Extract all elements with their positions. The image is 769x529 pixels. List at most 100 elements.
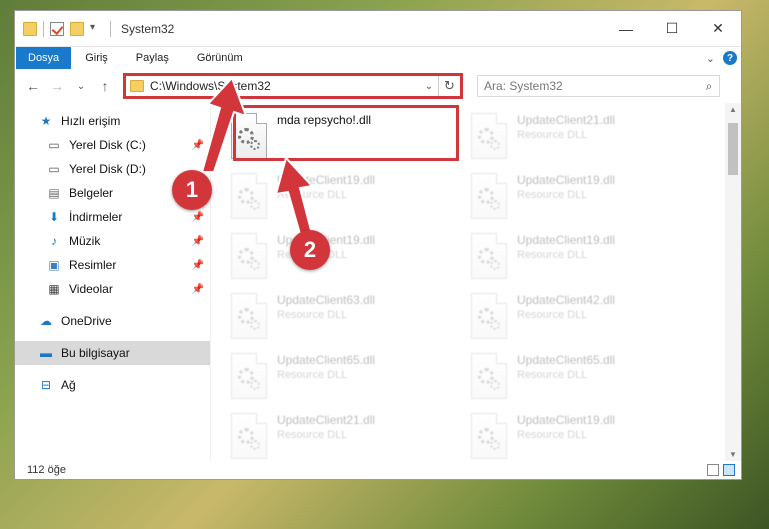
network-icon: ⊟ (40, 378, 52, 392)
file-item[interactable]: UpdateClient42.dll Resource DLL (471, 289, 711, 349)
pin-icon[interactable]: 📌 (192, 236, 204, 247)
minimize-button[interactable]: — (603, 11, 649, 47)
address-dropdown-icon[interactable]: ⌄ (420, 81, 438, 92)
address-path[interactable]: C:\Windows\System32 (150, 79, 420, 93)
refresh-button[interactable]: ↻ (438, 76, 460, 96)
window-controls: — ☐ ✕ (603, 11, 741, 47)
sidebar-item-quick-access[interactable]: ★ Hızlı erişim (15, 109, 210, 133)
file-type: Resource DLL (277, 309, 348, 321)
close-button[interactable]: ✕ (695, 11, 741, 47)
sidebar-item-label: Yerel Disk (D:) (69, 162, 146, 176)
star-icon: ★ (40, 114, 52, 128)
pictures-icon: ▣ (48, 258, 60, 272)
sidebar-item-label: Resimler (69, 258, 117, 272)
file-info: UpdateClient21.dll Resource DLL (277, 413, 375, 441)
tab-home[interactable]: Giriş (71, 47, 122, 69)
drive-icon: ▭ (48, 162, 60, 176)
pin-icon[interactable]: 📌 (192, 260, 204, 271)
up-button[interactable]: ↑ (95, 76, 115, 96)
forward-button[interactable]: → (47, 76, 67, 96)
content-area: ★ Hızlı erişim ▭ Yerel Disk (C:) 📌 ▭ Yer… (15, 103, 741, 461)
file-item[interactable]: UpdateClient19.dll Resource DLL (471, 409, 711, 469)
sidebar-item-label: Hızlı erişim (61, 114, 121, 128)
step-badge-2: 2 (290, 230, 330, 270)
file-type: Resource DLL (277, 189, 348, 201)
drive-icon: ▭ (48, 138, 60, 152)
sidebar-item-music[interactable]: ♪ Müzik 📌 (15, 229, 210, 253)
search-icon[interactable]: ⌕ (699, 79, 719, 94)
music-icon: ♪ (51, 234, 57, 248)
file-item[interactable]: UpdateClient65.dll Resource DLL (471, 349, 711, 409)
sidebar-item-label: Videolar (69, 282, 113, 296)
divider (43, 20, 44, 37)
tab-file[interactable]: Dosya (16, 47, 72, 69)
sidebar-item-downloads[interactable]: ⬇ İndirmeler 📌 (15, 205, 210, 229)
file-name: UpdateClient65.dll (277, 353, 376, 367)
file-name: UpdateClient21.dll (277, 413, 376, 427)
file-type: Resource DLL (517, 369, 588, 381)
file-item[interactable]: UpdateClient21.dll Resource DLL (231, 409, 471, 469)
file-type: Resource DLL (517, 429, 588, 441)
dll-file-icon (231, 353, 267, 399)
search-input[interactable]: Ara: System32 (484, 79, 699, 93)
sidebar-item-network[interactable]: ⊟ Ağ (15, 373, 210, 397)
step-badge-1: 1 (172, 170, 212, 210)
file-item[interactable]: UpdateClient19.dllResource DLL (471, 169, 711, 229)
scroll-down-icon[interactable]: ▼ (725, 450, 741, 459)
address-bar[interactable]: C:\Windows\System32 ⌄ ↻ (123, 73, 463, 99)
details-view-icon[interactable] (707, 464, 719, 476)
large-icons-view-icon[interactable] (723, 464, 735, 476)
file-item[interactable]: UpdateClient21.dll Resource DLL (471, 109, 711, 169)
pin-icon[interactable]: 📌 (192, 140, 204, 151)
file-name: UpdateClient42.dll (517, 293, 616, 307)
maximize-button[interactable]: ☐ (649, 11, 695, 47)
sidebar-item-onedrive[interactable]: ☁ OneDrive (15, 309, 210, 333)
scrollbar-thumb[interactable] (728, 123, 738, 175)
file-item[interactable]: UpdateClient19.dllResource DLL (231, 229, 471, 289)
sidebar-item-this-pc[interactable]: ▬ Bu bilgisayar (15, 341, 210, 365)
dll-file-icon (471, 353, 507, 399)
ribbon-tabs: Dosya Giriş Paylaş Görünüm ⌄ ? (15, 47, 741, 69)
folder-icon (23, 21, 37, 36)
file-name: UpdateClient19.dll (517, 413, 616, 427)
scroll-up-icon[interactable]: ▲ (725, 105, 741, 114)
file-name: UpdateClient19.dll (277, 173, 376, 187)
recent-locations-button[interactable]: ⌄ (71, 76, 91, 96)
file-name: UpdateClient21.dll (517, 113, 616, 127)
back-button[interactable]: ← (23, 76, 43, 96)
dll-file-icon (471, 413, 507, 459)
pin-icon[interactable]: 📌 (192, 284, 204, 295)
file-item[interactable]: UpdateClient65.dll Resource DLL (231, 349, 471, 409)
dll-file-icon (471, 173, 507, 219)
file-type: Resource DLL (517, 249, 588, 261)
file-name: UpdateClient65.dll (517, 353, 616, 367)
sidebar-item-drive-c[interactable]: ▭ Yerel Disk (C:) 📌 (15, 133, 210, 157)
file-item[interactable]: UpdateClient19.dllResource DLL (471, 229, 711, 289)
pin-icon[interactable]: 📌 (192, 212, 204, 223)
customize-toolbar-icon[interactable]: ▾ (90, 22, 104, 36)
file-type: Resource DLL (517, 309, 588, 321)
tab-share[interactable]: Paylaş (122, 47, 183, 69)
file-info: UpdateClient19.dll Resource DLL (277, 173, 375, 201)
quick-access-toolbar: ▾ (23, 20, 111, 37)
file-info: UpdateClient65.dll Resource DLL (277, 353, 375, 381)
search-box[interactable]: Ara: System32 ⌕ (477, 75, 720, 97)
vertical-scrollbar[interactable]: ▲ ▼ (725, 103, 741, 461)
dll-file-icon (231, 293, 267, 339)
file-item[interactable]: UpdateClient19.dll Resource DLL (231, 169, 471, 229)
expand-ribbon-icon[interactable]: ⌄ (706, 52, 715, 65)
item-count: 112 öğe (27, 464, 66, 476)
navigation-bar: ← → ⌄ ↑ C:\Windows\System32 ⌄ ↻ Ara: Sys… (15, 69, 741, 103)
tab-view[interactable]: Görünüm (183, 47, 257, 69)
sidebar-item-pictures[interactable]: ▣ Resimler 📌 (15, 253, 210, 277)
sidebar-item-videos[interactable]: ▦ Videolar 📌 (15, 277, 210, 301)
file-grid: mda repsycho!.dll UpdateClient21.dll Resou… (231, 109, 725, 469)
help-icon[interactable]: ? (723, 51, 737, 65)
dll-file-icon (471, 293, 507, 339)
file-item[interactable]: UpdateClient63.dll Resource DLL (231, 289, 471, 349)
new-folder-icon[interactable] (70, 21, 84, 36)
download-icon: ⬇ (48, 210, 60, 224)
properties-icon[interactable] (50, 21, 64, 36)
window-title: System32 (121, 21, 175, 36)
dll-file-icon (231, 233, 267, 279)
